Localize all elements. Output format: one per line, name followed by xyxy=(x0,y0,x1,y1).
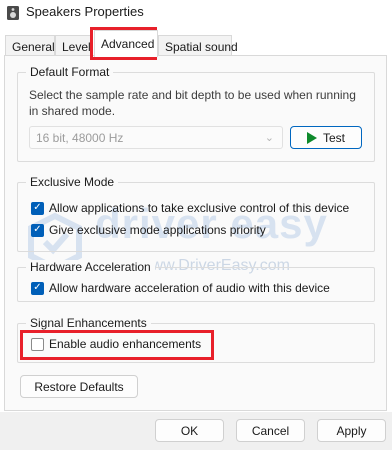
tab-strip: General Levels Advanced Spatial sound xyxy=(0,30,392,57)
audio-enhancements-highlight xyxy=(20,330,214,360)
default-format-label: Default Format xyxy=(26,65,114,79)
hardware-acceleration-label: Hardware Acceleration xyxy=(26,260,155,274)
hardware-acceleration-checkbox[interactable]: ✓ Allow hardware acceleration of audio w… xyxy=(31,281,330,295)
chevron-down-icon: ⌄ xyxy=(264,132,274,144)
allow-exclusive-control-checkbox[interactable]: ✓ Allow applications to take exclusive c… xyxy=(31,201,349,215)
tab-levels[interactable]: Levels xyxy=(55,35,93,56)
sample-rate-select[interactable]: 16 bit, 48000 Hz ⌄ xyxy=(29,126,283,149)
speaker-icon xyxy=(7,6,19,20)
checkbox-checked-icon[interactable]: ✓ xyxy=(31,281,44,295)
checkbox-checked-icon[interactable]: ✓ xyxy=(31,223,44,237)
ok-button[interactable]: OK xyxy=(155,419,224,442)
tab-general[interactable]: General xyxy=(5,35,55,56)
allow-exclusive-control-label: Allow applications to take exclusive con… xyxy=(49,201,350,215)
exclusive-priority-checkbox[interactable]: ✓ Give exclusive mode applications prior… xyxy=(31,223,266,237)
apply-button[interactable]: Apply xyxy=(317,419,386,442)
play-icon xyxy=(306,131,317,144)
sample-rate-value: 16 bit, 48000 Hz xyxy=(36,131,124,145)
tab-advanced[interactable]: Advanced xyxy=(94,30,158,57)
test-label: Test xyxy=(322,130,345,145)
exclusive-priority-label: Give exclusive mode applications priorit… xyxy=(49,223,266,237)
signal-enhancements-label: Signal Enhancements xyxy=(26,316,151,330)
cancel-button[interactable]: Cancel xyxy=(236,419,305,442)
tab-spatial-sound[interactable]: Spatial sound xyxy=(158,35,238,56)
default-format-description: Select the sample rate and bit depth to … xyxy=(29,88,356,118)
test-button[interactable]: Test xyxy=(290,126,362,149)
checkbox-checked-icon[interactable]: ✓ xyxy=(31,201,44,215)
hardware-acceleration-option-label: Allow hardware acceleration of audio wit… xyxy=(49,281,330,295)
exclusive-mode-label: Exclusive Mode xyxy=(26,175,119,189)
exclusive-mode-group: Exclusive Mode xyxy=(17,175,375,252)
title-bar: Speakers Properties xyxy=(0,0,392,26)
restore-defaults-button[interactable]: Restore Defaults xyxy=(20,375,138,398)
window-title: Speakers Properties xyxy=(26,4,144,19)
